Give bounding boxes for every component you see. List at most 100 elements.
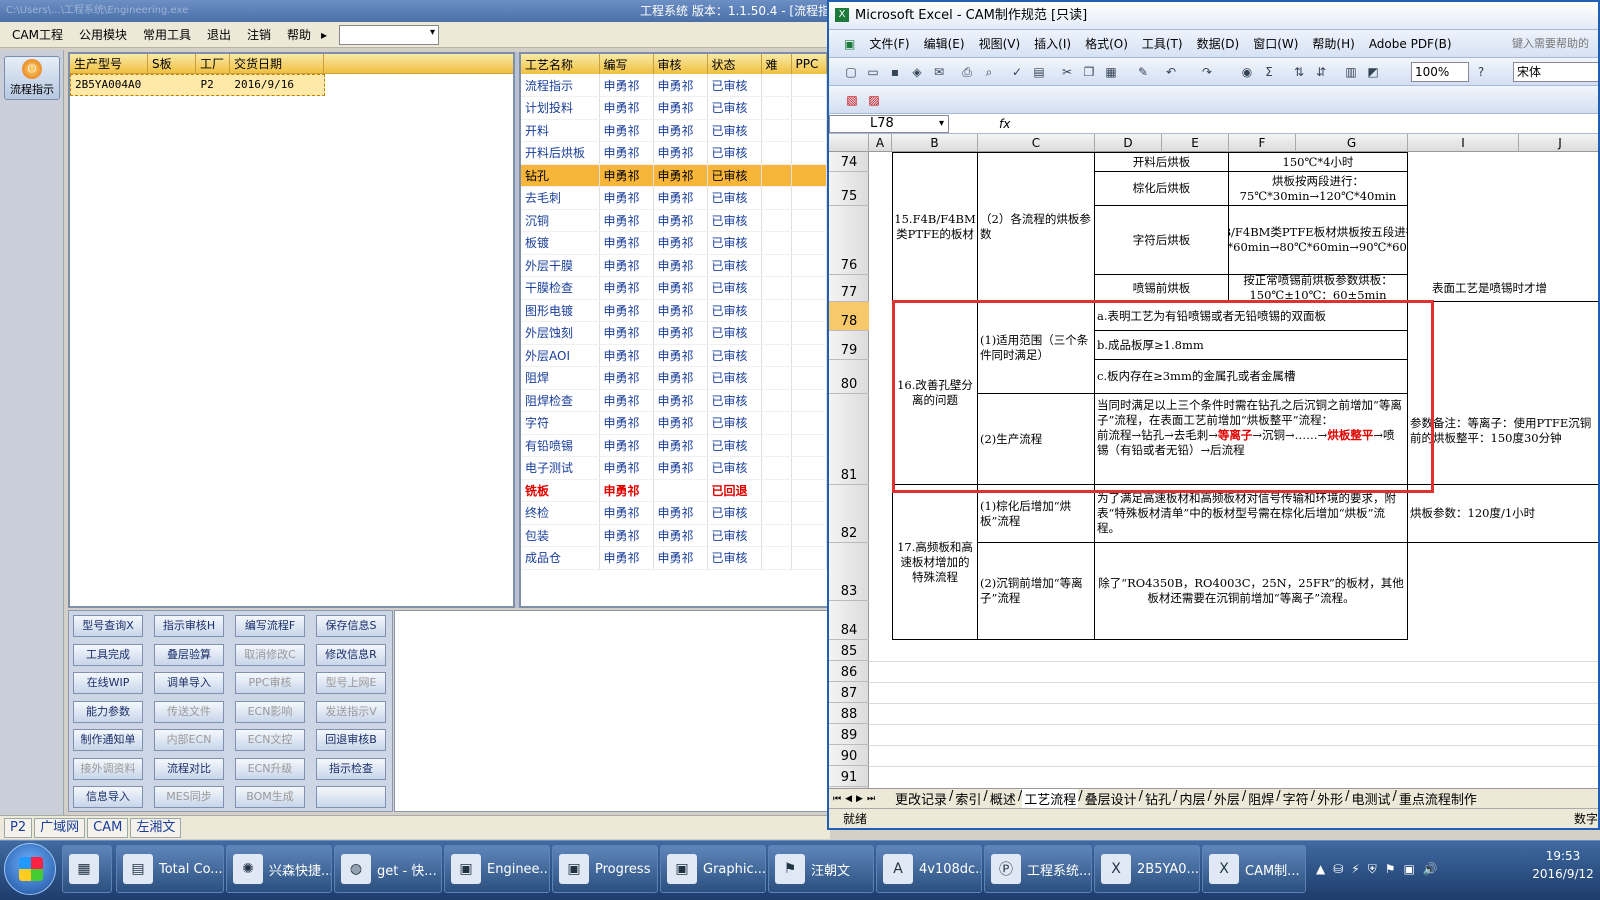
process-row[interactable]: 成品仓 申勇祁 申勇祁 已审核 (521, 546, 827, 570)
sheet-tab[interactable]: 阻焊 (1246, 789, 1276, 808)
process-row[interactable]: 图形电镀 申勇祁 申勇祁 已审核 (521, 299, 827, 322)
function-button[interactable]: 取消修改C (235, 643, 305, 666)
taskbar-item[interactable]: ▣ Enginee... (444, 845, 550, 893)
function-button[interactable]: 调单导入 (154, 672, 224, 694)
function-button[interactable]: 指示审核H (154, 615, 224, 637)
drawing-icon[interactable]: ◩ (1365, 64, 1381, 80)
sheet-tab[interactable]: 叠层设计 (1083, 789, 1139, 808)
excel-menu-format[interactable]: 格式(O) (1078, 35, 1135, 52)
row-header[interactable]: 81 (829, 394, 869, 485)
open-icon[interactable]: ▭ (865, 64, 881, 80)
taskbar-item[interactable]: Ⓟ 工程系统... (984, 845, 1092, 893)
spelling-icon[interactable]: ✓ (1009, 64, 1025, 80)
hyperlink-icon[interactable]: ◉ (1239, 64, 1255, 80)
cell-d75[interactable]: 棕化后烘板 (1095, 172, 1229, 206)
save-icon[interactable]: ▪ (887, 64, 903, 80)
process-row[interactable]: 开料后烘板 申勇祁 申勇祁 已审核 (521, 141, 827, 165)
zoom-select[interactable]: 100% (1411, 62, 1469, 82)
menu-common[interactable]: 公用模块 (71, 22, 135, 48)
format-painter-icon[interactable]: ✎ (1135, 64, 1151, 80)
cell-d76[interactable]: 字符后烘板 (1095, 206, 1229, 275)
column-header[interactable]: C (978, 134, 1095, 152)
name-box[interactable]: L78 (829, 114, 949, 133)
function-button[interactable]: ECN升级 (235, 757, 305, 780)
process-row[interactable]: 流程指示 申勇祁 申勇祁 已审核 (521, 74, 827, 97)
cell-i81[interactable]: 参数备注：等离子：使用PTFE沉铜前的烘板整平：150度30分钟 (1408, 394, 1598, 485)
email-icon[interactable]: ✉ (931, 64, 947, 80)
function-button[interactable]: ECN文控 (235, 729, 305, 751)
proc-col-status[interactable]: 状态 (707, 54, 762, 74)
sheet-tab[interactable]: 重点流程制作 (1397, 789, 1479, 808)
taskbar-item[interactable]: ⚑ 汪朝文 (768, 845, 874, 893)
cell-f74[interactable]: 150℃*4小时 (1229, 152, 1408, 172)
row-header[interactable]: 80 (829, 360, 869, 394)
excel-menu-adobe[interactable]: Adobe PDF(B) (1362, 37, 1459, 51)
chart-wizard-icon[interactable]: ▥ (1343, 64, 1359, 80)
process-row[interactable]: 计划投料 申勇祁 申勇祁 已审核 (521, 96, 827, 120)
column-header[interactable]: G (1296, 134, 1408, 152)
cell-c83[interactable]: (2)沉铜前增加“等离子”流程 (978, 543, 1095, 640)
excel-menu-tools[interactable]: 工具(T) (1135, 35, 1190, 52)
sort-desc-icon[interactable]: ⇵ (1313, 64, 1329, 80)
cut-icon[interactable]: ✂ (1059, 64, 1075, 80)
function-button[interactable]: 指示检查 (316, 757, 386, 780)
function-button[interactable]: 发送指示V (316, 700, 386, 723)
tray-arrow-icon[interactable]: ▲ (1316, 862, 1325, 876)
sheet-tab[interactable]: 索引 (953, 789, 983, 808)
excel-help-search[interactable]: 键入需要帮助的 (1512, 35, 1598, 53)
tray-shield-icon[interactable]: ⛨ (1368, 862, 1377, 877)
sheet-tab[interactable]: 工艺流程 (1022, 789, 1079, 808)
flow-instruction-button[interactable]: ⏻ 流程指示 (4, 56, 60, 100)
cell-d79[interactable]: b.成品板厚≥1.8mm (1095, 331, 1408, 360)
column-header[interactable]: A (869, 134, 892, 152)
function-button[interactable]: 编写流程F (235, 615, 305, 637)
taskbar-item[interactable]: X 2B5YA0... (1094, 845, 1200, 893)
order-col-s[interactable]: S板 (148, 54, 196, 73)
process-row[interactable]: 开料 申勇祁 申勇祁 已审核 (521, 119, 827, 142)
taskbar-item[interactable]: X CAM制... (1202, 845, 1306, 893)
process-row[interactable]: 外层干膜 申勇祁 申勇祁 已审核 (521, 254, 827, 277)
excel-menu-data[interactable]: 数据(D) (1190, 35, 1247, 52)
new-icon[interactable]: ▢ (843, 64, 859, 80)
proc-col-ppc[interactable]: PPC (791, 54, 827, 74)
process-row[interactable]: 铣板 申勇祁 已回退 (521, 479, 827, 502)
cell-i77[interactable]: 表面工艺是喷锡时才增 (1408, 275, 1598, 302)
sheet-tab[interactable]: 字符 (1281, 789, 1311, 808)
tray-display-icon[interactable]: ▣ (1404, 862, 1415, 876)
function-button[interactable]: 型号查询X (73, 615, 143, 637)
fx-icon[interactable]: fx (999, 117, 1010, 131)
excel-menu-view[interactable]: 视图(V) (972, 35, 1028, 52)
cell-i82[interactable]: 烘板参数：120度/1小时 (1408, 485, 1598, 543)
menu-help-dropdown-icon[interactable]: ▸ (319, 22, 329, 48)
cell-c82[interactable]: (1)棕化后增加“烘板”流程 (978, 485, 1095, 543)
process-row[interactable]: 有铅喷锡 申勇祁 申勇祁 已审核 (521, 434, 827, 457)
process-row[interactable]: 阻焊 申勇祁 申勇祁 已审核 (521, 366, 827, 390)
cell-d77[interactable]: 喷锡前烘板 (1095, 275, 1229, 302)
cell-b78[interactable]: 16.改善孔壁分离的问题 (892, 302, 978, 485)
cell-d81[interactable]: 当同时满足以上三个条件时需在钻孔之后沉铜之前增加“等离子”流程，在表面工艺前增加… (1095, 394, 1408, 485)
cell-c81[interactable]: (2)生产流程 (978, 394, 1095, 485)
pdf-email-icon[interactable]: ▨ (865, 91, 883, 109)
function-button[interactable]: 传送文件 (154, 700, 224, 723)
row-header[interactable]: 87 (829, 682, 869, 703)
cell-d82[interactable]: 为了满足高速板材和高频板材对信号传输和环境的要求，附表“特殊板材清单”中的板材型… (1095, 485, 1408, 543)
row-header[interactable]: 76 (829, 206, 869, 275)
cell-d80[interactable]: c.板内存在≥3mm的金属孔或者金属槽 (1095, 360, 1408, 394)
cell-f75[interactable]: 烘板按两段进行：75℃*30min→120℃*40min (1229, 172, 1408, 206)
sheet-tab[interactable]: 内层 (1177, 789, 1207, 808)
proc-col-difficulty[interactable]: 难 (761, 54, 792, 74)
proc-col-reviewer[interactable]: 审核 (653, 54, 708, 74)
process-row[interactable]: 阻焊检查 申勇祁 申勇祁 已审核 (521, 389, 827, 412)
function-button[interactable]: 能力参数 (73, 700, 143, 723)
taskbar-item[interactable]: ◍ get - 快... (334, 845, 442, 893)
process-row[interactable]: 去毛刺 申勇祁 申勇祁 已审核 (521, 186, 827, 210)
app-combo-select[interactable] (339, 24, 440, 45)
function-button[interactable]: 流程对比 (154, 757, 224, 780)
process-row[interactable]: 钻孔 申勇祁 申勇祁 已审核 (521, 164, 827, 187)
row-header[interactable]: 75 (829, 172, 869, 206)
select-all-corner[interactable] (829, 134, 869, 152)
function-button[interactable]: BOM生成 (235, 786, 305, 808)
tray-network-icon[interactable]: ⛁ (1333, 862, 1343, 876)
row-header[interactable]: 82 (829, 485, 869, 543)
excel-menu-window[interactable]: 窗口(W) (1246, 35, 1305, 52)
